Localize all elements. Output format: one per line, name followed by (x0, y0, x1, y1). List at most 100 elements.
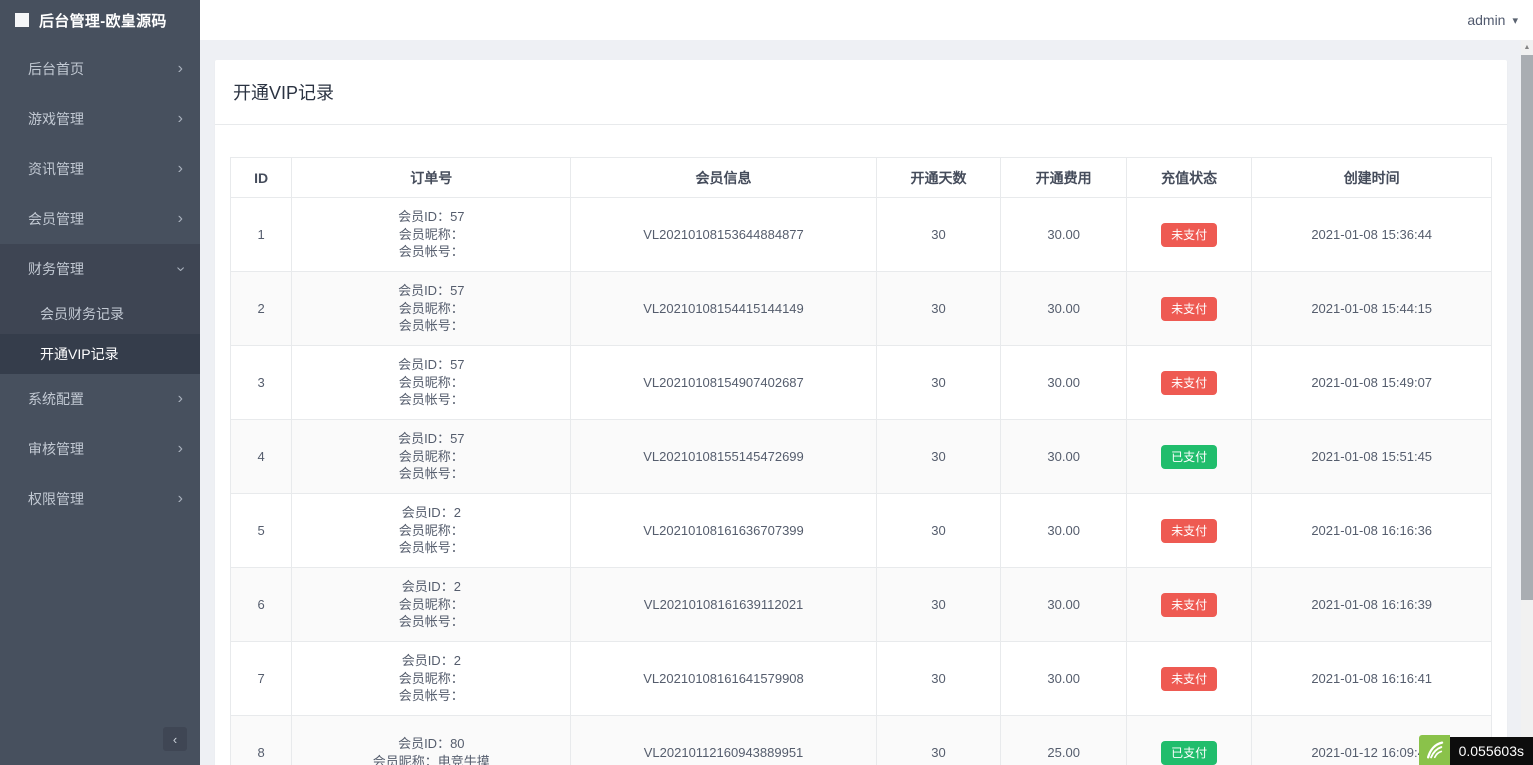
table-row: 7 会员ID：2 会员昵称： 会员帐号： VL20210108161641579… (229, 641, 1492, 716)
cell-created: 2021-01-08 16:16:41 (1251, 641, 1492, 716)
card-header: 开通VIP记录 (215, 60, 1507, 125)
cell-order-no: VL20210112160943889951 (570, 715, 877, 765)
status-badge: 未支付 (1161, 222, 1218, 247)
cell-fee: 30.00 (1000, 641, 1127, 716)
chevron-right-icon: › (177, 60, 183, 77)
cell-status: 已支付 (1125, 419, 1253, 494)
cell-created: 2021-01-08 15:36:44 (1251, 197, 1492, 272)
scrollbar-up-button[interactable]: ▲ (1521, 40, 1533, 55)
vertical-scrollbar: ▲ (1521, 40, 1533, 765)
caret-down-icon: ▾ (1512, 14, 1518, 27)
chevron-down-icon: › (172, 266, 190, 272)
sidebar: 后台管理-欧皇源码 后台首页 › 游戏管理 › 资讯管理 › 会员管理 › 财务… (0, 0, 200, 765)
cell-id: 7 (229, 641, 293, 716)
cell-order-no: VL20210108154415144149 (570, 271, 877, 346)
col-header-id: ID (229, 157, 293, 198)
vip-records-card: 开通VIP记录 ID 订单号 会员信息 开通天数 开通费用 充值状态 创建时间 (215, 60, 1507, 765)
table-row: 3 会员ID：57 会员昵称： 会员帐号： VL2021010815490740… (229, 345, 1492, 420)
cell-days: 30 (875, 567, 1002, 642)
cell-member-info: 会员ID：2 会员昵称： 会员帐号： (291, 641, 572, 716)
table-row: 6 会员ID：2 会员昵称： 会员帐号： VL20210108161639112… (229, 567, 1492, 642)
cell-id: 2 (229, 271, 293, 346)
cell-order-no: VL20210108153644884877 (570, 197, 877, 272)
chevron-left-icon: ‹ (172, 731, 178, 747)
cell-order-no: VL20210108155145472699 (570, 419, 877, 494)
cell-fee: 30.00 (1000, 567, 1127, 642)
status-badge: 已支付 (1161, 740, 1218, 765)
table-header-row: ID 订单号 会员信息 开通天数 开通费用 充值状态 创建时间 (229, 157, 1492, 198)
cell-order-no: VL20210108161639112021 (570, 567, 877, 642)
cell-member-info: 会员ID：57 会员昵称： 会员帐号： (291, 197, 572, 272)
sidebar-item-games[interactable]: 游戏管理 › (0, 94, 200, 144)
col-header-member-info: 会员信息 (570, 157, 877, 198)
cell-order-no: VL20210108161636707399 (570, 493, 877, 568)
sidebar-subitem-member-finance-records[interactable]: 会员财务记录 (0, 294, 200, 334)
status-badge: 未支付 (1161, 296, 1218, 321)
chevron-right-icon: › (177, 440, 183, 457)
cell-status: 未支付 (1125, 197, 1253, 272)
cell-status: 未支付 (1125, 271, 1253, 346)
logo-square-icon (15, 13, 29, 27)
user-dropdown[interactable]: admin ▾ (1467, 12, 1518, 28)
cell-created: 2021-01-08 16:16:39 (1251, 567, 1492, 642)
table-row: 2 会员ID：57 会员昵称： 会员帐号： VL2021010815441514… (229, 271, 1492, 346)
cell-order-no: VL20210108154907402687 (570, 345, 877, 420)
sidebar-item-finance[interactable]: 财务管理 › (0, 244, 200, 294)
cell-member-info: 会员ID：2 会员昵称： 会员帐号： (291, 567, 572, 642)
cell-days: 30 (875, 641, 1002, 716)
scroll-up-icon: ▲ (1523, 44, 1531, 51)
main-content: 开通VIP记录 ID 订单号 会员信息 开通天数 开通费用 充值状态 创建时间 (200, 40, 1521, 765)
cell-fee: 30.00 (1000, 345, 1127, 420)
chevron-right-icon: › (177, 210, 183, 227)
cell-created: 2021-01-08 15:49:07 (1251, 345, 1492, 420)
cell-created: 2021-01-08 16:16:36 (1251, 493, 1492, 568)
thinkphp-leaf-icon[interactable] (1418, 735, 1450, 765)
cell-id: 8 (229, 715, 293, 765)
cell-status: 未支付 (1125, 345, 1253, 420)
sidebar-item-news[interactable]: 资讯管理 › (0, 144, 200, 194)
col-header-order-no: 订单号 (291, 157, 572, 198)
cell-member-info: 会员ID：80 会员昵称：电竞牛摸 (291, 715, 572, 765)
chevron-right-icon: › (177, 110, 183, 127)
sidebar-item-home[interactable]: 后台首页 › (0, 44, 200, 94)
col-header-status: 充值状态 (1125, 157, 1253, 198)
sidebar-item-permissions[interactable]: 权限管理 › (0, 474, 200, 524)
chevron-right-icon: › (177, 390, 183, 407)
cell-id: 6 (229, 567, 293, 642)
cell-member-info: 会员ID：57 会员昵称： 会员帐号： (291, 419, 572, 494)
status-badge: 未支付 (1161, 370, 1218, 395)
cell-id: 4 (229, 419, 293, 494)
chevron-right-icon: › (177, 160, 183, 177)
scrollbar-thumb[interactable] (1521, 55, 1533, 600)
page-load-time: 0.055603s (1449, 737, 1533, 765)
sidebar-subitem-vip-records[interactable]: 开通VIP记录 (0, 334, 200, 374)
cell-days: 30 (875, 197, 1002, 272)
cell-days: 30 (875, 493, 1002, 568)
status-badge: 未支付 (1161, 592, 1218, 617)
cell-status: 未支付 (1125, 493, 1253, 568)
sidebar-item-audit[interactable]: 审核管理 › (0, 424, 200, 474)
col-header-created: 创建时间 (1251, 157, 1492, 198)
leaf-glyph (1427, 741, 1444, 759)
cell-fee: 30.00 (1000, 197, 1127, 272)
cell-fee: 30.00 (1000, 419, 1127, 494)
cell-days: 30 (875, 345, 1002, 420)
table-row: 8 会员ID：80 会员昵称：电竞牛摸 VL202101121609438899… (229, 715, 1492, 765)
cell-status: 已支付 (1125, 715, 1253, 765)
app-title: 后台管理-欧皇源码 (39, 12, 167, 30)
chevron-right-icon: › (177, 490, 183, 507)
sidebar-group-finance: 财务管理 › 会员财务记录 开通VIP记录 (0, 244, 200, 374)
cell-days: 30 (875, 419, 1002, 494)
status-badge: 已支付 (1161, 444, 1218, 469)
cell-created: 2021-01-08 15:51:45 (1251, 419, 1492, 494)
card-body: ID 订单号 会员信息 开通天数 开通费用 充值状态 创建时间 1 会员ID：5… (215, 125, 1507, 765)
sidebar-item-members[interactable]: 会员管理 › (0, 194, 200, 244)
col-header-fee: 开通费用 (1000, 157, 1127, 198)
username: admin (1467, 12, 1506, 28)
col-header-days: 开通天数 (875, 157, 1002, 198)
app-logo: 后台管理-欧皇源码 (0, 0, 200, 40)
cell-fee: 30.00 (1000, 493, 1127, 568)
sidebar-item-system-config[interactable]: 系统配置 › (0, 374, 200, 424)
cell-member-info: 会员ID：57 会员昵称： 会员帐号： (291, 271, 572, 346)
sidebar-collapse-button[interactable]: ‹ (163, 727, 187, 751)
